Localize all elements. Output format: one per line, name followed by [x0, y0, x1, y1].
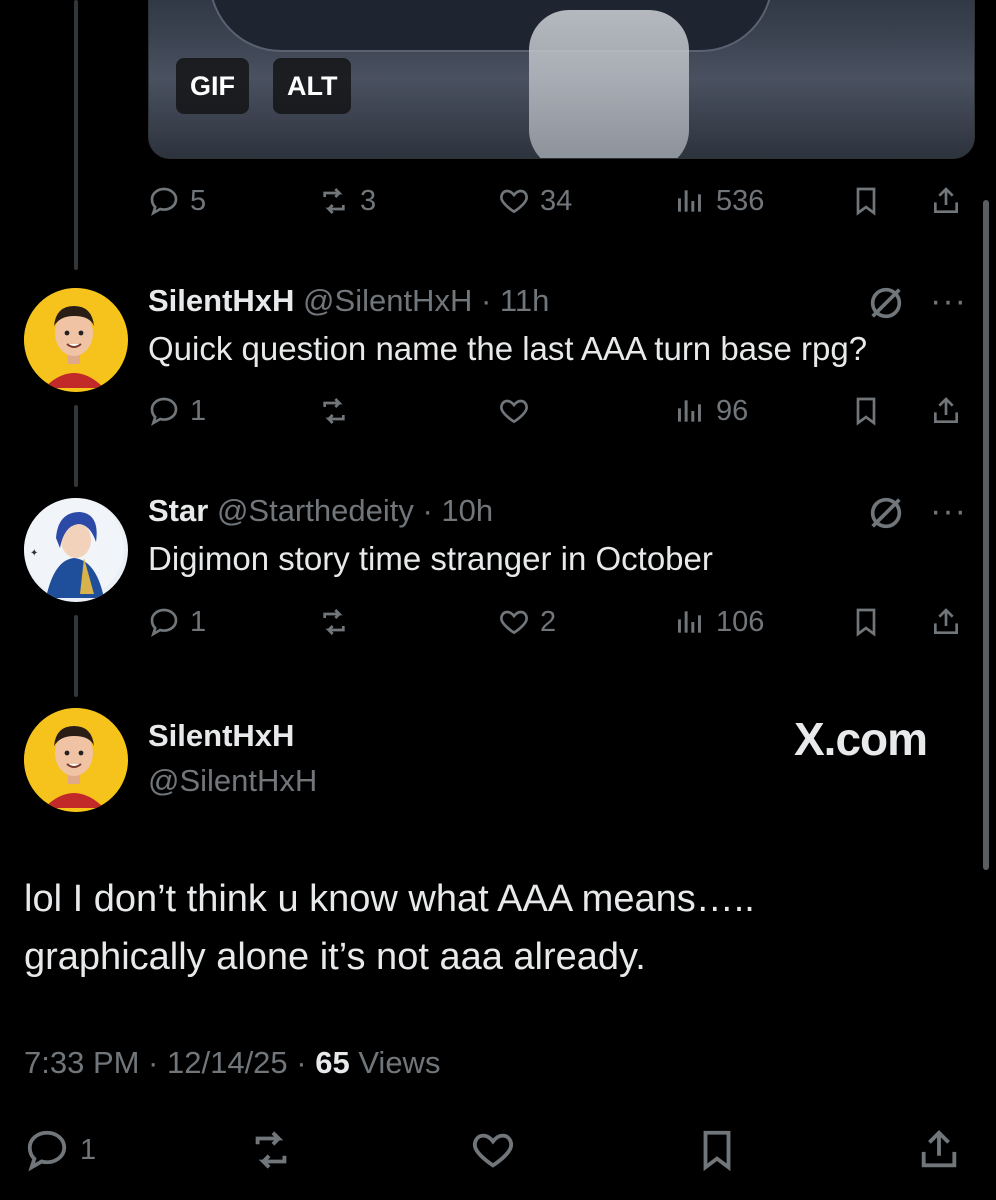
reply2-header: Star @Starthedeity · 10h	[148, 493, 493, 529]
more-icon[interactable]: ···	[930, 492, 967, 531]
views-icon	[678, 611, 701, 633]
svg-text:✦: ✦	[30, 548, 38, 559]
like-icon	[500, 399, 528, 424]
bookmark-icon	[856, 187, 876, 216]
views-button[interactable]: 536	[674, 176, 764, 226]
repost-button[interactable]: 3	[318, 176, 376, 226]
reply2-time[interactable]: · 10h	[422, 493, 493, 528]
reply2-name[interactable]: Star	[148, 493, 208, 528]
bookmark-button[interactable]	[850, 176, 882, 226]
avatar-face-icon	[24, 708, 124, 808]
avatar-main-silenthxh[interactable]	[22, 706, 130, 814]
views-icon	[678, 190, 701, 212]
grok-icon[interactable]	[866, 283, 906, 323]
repost-button[interactable]	[248, 1120, 294, 1180]
reply-button[interactable]: 1	[148, 386, 206, 436]
reply-count: 1	[80, 1133, 97, 1166]
share-icon	[934, 397, 958, 423]
avatar-face-icon	[24, 288, 124, 388]
bookmark-icon	[703, 1130, 731, 1172]
grok-icon[interactable]	[866, 493, 906, 533]
x-com-watermark: X.com	[794, 713, 928, 765]
thread-line-mid2	[74, 615, 78, 697]
main-handle[interactable]: @SilentHxH	[148, 763, 317, 799]
tweet-timestamp[interactable]: 7:33 PM · 12/14/25 ·	[24, 1045, 315, 1080]
like-button[interactable]	[498, 386, 530, 436]
repost-button[interactable]	[318, 597, 350, 647]
reply2-handle[interactable]: @Starthedeity	[217, 493, 414, 528]
like-count: 34	[540, 184, 573, 217]
avatar-star[interactable]: ✦	[22, 496, 130, 604]
share-icon	[934, 187, 958, 213]
reply-count: 5	[190, 184, 207, 217]
alt-badge[interactable]: ALT	[273, 58, 352, 114]
reply-button[interactable]: 1	[24, 1120, 96, 1180]
views-number: 65	[315, 1045, 350, 1080]
like-button[interactable]	[470, 1120, 516, 1180]
media-hand	[529, 10, 689, 158]
reply1-header: SilentHxH @SilentHxH · 11h	[148, 283, 549, 319]
thread-line-top	[74, 0, 78, 270]
reply-icon	[27, 1130, 67, 1172]
reply-icon	[150, 608, 178, 637]
views-button[interactable]: 106	[674, 597, 764, 647]
reply-count: 1	[190, 394, 207, 427]
repost-icon	[323, 188, 345, 214]
bookmark-button[interactable]	[694, 1120, 740, 1180]
repost-icon	[323, 398, 345, 424]
like-button[interactable]: 34	[498, 176, 572, 226]
main-text-line2: graphically alone it’s not aaa already.	[24, 936, 646, 978]
media-tweet-actions: 5 3 34 536	[148, 176, 973, 226]
share-button[interactable]	[916, 1120, 962, 1180]
reply2-actions: 1 2 106	[148, 597, 973, 647]
views-label: Views	[349, 1045, 441, 1080]
gif-badge[interactable]: GIF	[176, 58, 249, 114]
reply1-handle[interactable]: @SilentHxH	[303, 283, 472, 318]
bookmark-icon	[856, 397, 876, 426]
repost-icon	[323, 609, 345, 635]
views-count: 96	[716, 394, 749, 427]
share-icon	[934, 608, 958, 634]
tweet-media-gif[interactable]: GIF ALT	[148, 0, 975, 159]
views-button[interactable]: 96	[674, 386, 748, 436]
avatar-anime-icon: ✦	[24, 498, 124, 598]
scrollbar[interactable]	[983, 200, 989, 870]
views-count: 106	[716, 605, 765, 638]
like-button[interactable]: 2	[498, 597, 556, 647]
main-text-line1: lol I don’t think u know what AAA means……	[24, 878, 755, 920]
reply-icon	[150, 187, 178, 216]
repost-button[interactable]	[318, 386, 350, 436]
bookmark-button[interactable]	[850, 597, 882, 647]
bookmark-button[interactable]	[850, 386, 882, 436]
reply1-time[interactable]: · 11h	[481, 283, 549, 318]
reply-icon	[150, 397, 178, 426]
reply2-text: Digimon story time stranger in October	[148, 540, 713, 577]
avatar-silenthxh[interactable]	[22, 286, 130, 394]
reply-button[interactable]: 1	[148, 597, 206, 647]
share-button[interactable]	[930, 597, 962, 647]
like-icon	[500, 610, 528, 635]
reply1-name[interactable]: SilentHxH	[148, 283, 294, 318]
tweet-meta: 7:33 PM · 12/14/25 · 65 Views	[24, 1045, 440, 1081]
thread-line-mid1	[74, 405, 78, 487]
reply-button[interactable]: 5	[148, 176, 206, 226]
reply1-text: Quick question name the last AAA turn ba…	[148, 330, 868, 367]
bookmark-icon	[856, 608, 876, 637]
reply-count: 1	[190, 605, 207, 638]
views-count: 536	[716, 184, 765, 217]
like-icon	[472, 1133, 514, 1168]
main-tweet-actions: 1	[0, 1120, 996, 1180]
repost-icon	[255, 1131, 287, 1169]
share-button[interactable]	[930, 386, 962, 436]
share-button[interactable]	[930, 176, 962, 226]
views-icon	[678, 400, 701, 422]
main-name[interactable]: SilentHxH	[148, 718, 294, 754]
more-icon[interactable]: ···	[930, 282, 967, 321]
like-icon	[500, 189, 528, 214]
repost-count: 3	[360, 184, 377, 217]
reply1-actions: 1 96	[148, 386, 973, 436]
share-icon	[921, 1130, 957, 1168]
like-count: 2	[540, 605, 557, 638]
main-tweet-text: lol I don’t think u know what AAA means……	[24, 870, 964, 986]
